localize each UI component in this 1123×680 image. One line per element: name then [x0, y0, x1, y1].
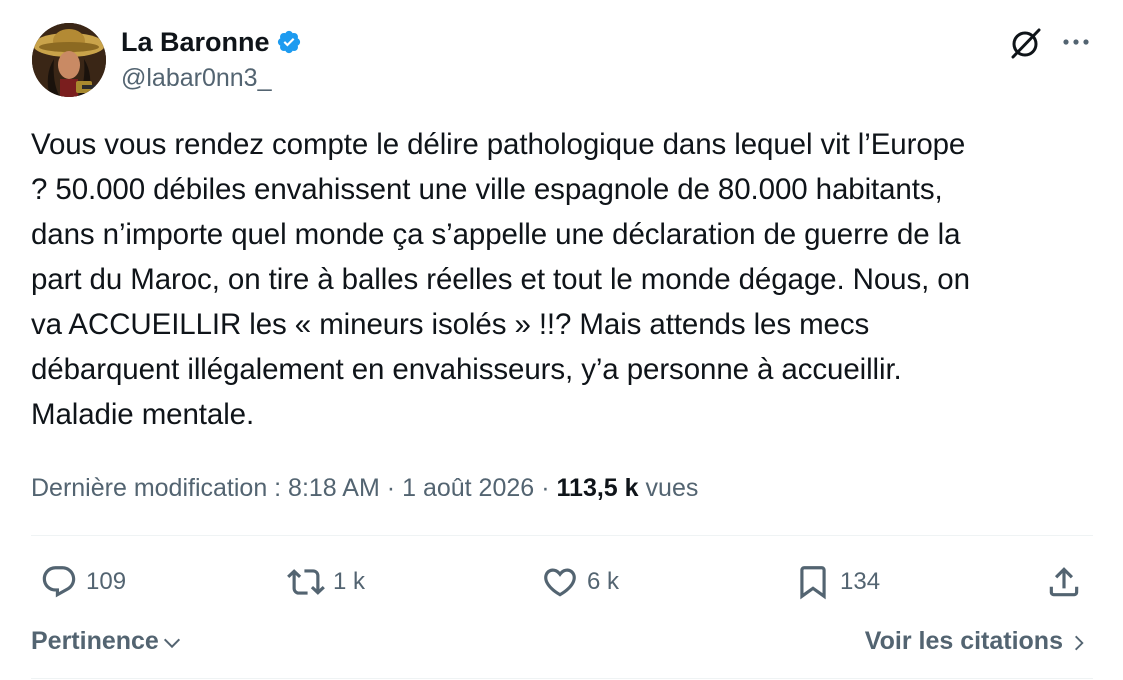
- grok-icon[interactable]: [1006, 24, 1044, 62]
- like-count: 6 k: [587, 568, 620, 595]
- chevron-right-icon: [1075, 635, 1084, 650]
- replies-sort-dropdown[interactable]: Pertinence: [31, 623, 183, 659]
- display-name[interactable]: La Baronne: [121, 25, 270, 59]
- divider: [31, 678, 1093, 679]
- avatar[interactable]: [32, 23, 106, 97]
- author-name-row[interactable]: La Baronne: [121, 25, 302, 59]
- views-label: vues: [645, 473, 699, 502]
- author-handle[interactable]: @labar0nn3_: [121, 62, 272, 94]
- view-quotes-link[interactable]: Voir les citations: [865, 623, 1089, 659]
- quotes-label: Voir les citations: [864, 626, 1063, 655]
- meta-separator: ·: [541, 473, 550, 502]
- share-icon: [1049, 567, 1079, 597]
- edited-timestamp[interactable]: Dernière modification : 8:18 AM: [31, 474, 380, 503]
- reply-icon: [42, 566, 76, 598]
- repost-icon: [287, 569, 325, 595]
- reply-count: 109: [86, 568, 127, 595]
- verified-badge-icon[interactable]: [276, 29, 302, 55]
- share-button[interactable]: [1045, 556, 1083, 608]
- tweet-meta: Dernière modification : 8:18 AM · 1 août…: [31, 468, 698, 508]
- repost-count: 1 k: [333, 568, 366, 595]
- post-date[interactable]: 1 août 2026: [402, 474, 534, 503]
- heart-icon: [544, 568, 576, 597]
- bookmark-button[interactable]: 134: [794, 556, 880, 608]
- reply-button[interactable]: 109: [40, 556, 126, 608]
- chevron-down-icon: [163, 638, 180, 649]
- action-bar: 109 1 k 6 k 134: [0, 556, 1123, 608]
- bookmark-icon: [800, 566, 826, 600]
- views-count: 113,5 k: [556, 473, 639, 502]
- bookmark-count: 134: [840, 568, 881, 595]
- avatar-photo: [32, 23, 106, 97]
- more-icon[interactable]: [1060, 30, 1092, 54]
- tweet-text: Vous vous rendez compte le délire pathol…: [31, 128, 970, 431]
- sort-label: Pertinence: [31, 626, 159, 655]
- like-button[interactable]: 6 k: [541, 556, 619, 608]
- meta-separator: ·: [386, 473, 396, 502]
- tweet-detail: La Baronne @labar0nn3_ Vous vous rendez …: [0, 0, 1123, 680]
- repost-button[interactable]: 1 k: [287, 556, 365, 608]
- divider: [31, 535, 1093, 536]
